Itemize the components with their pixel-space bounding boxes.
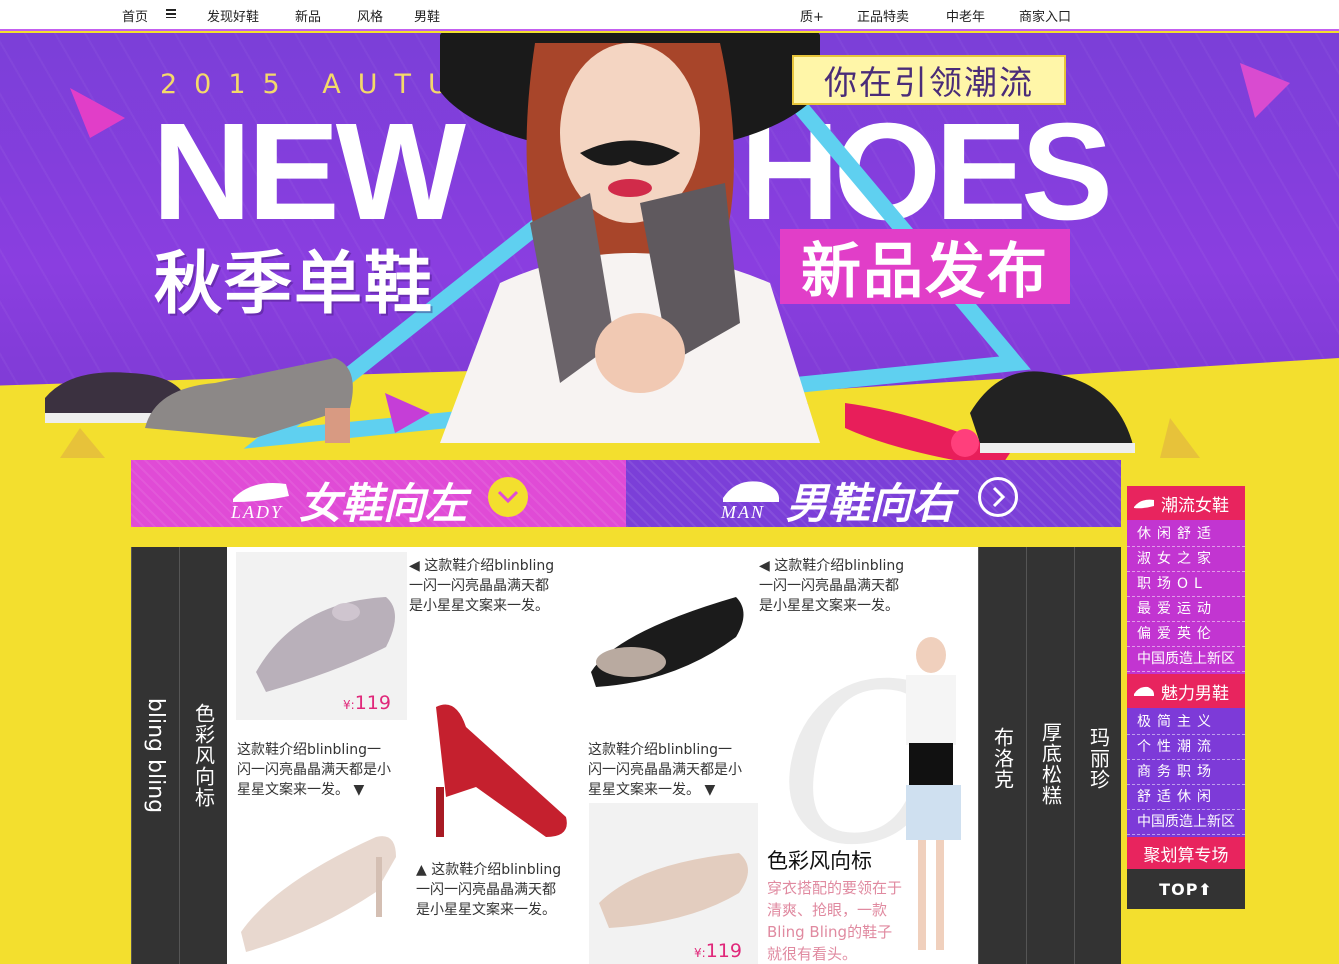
sidebar-men-item[interactable]: 个性潮流 xyxy=(1127,735,1245,760)
hero-cn-subtitle-box: 新品发布 xyxy=(780,229,1070,307)
product-desc-5-text: 这款鞋介绍blinbling一闪一闪亮晶晶满天都是小星星文案来一发。 xyxy=(416,862,562,918)
women-shoe-icon xyxy=(1134,499,1154,509)
man-banner-text: 男鞋向右 xyxy=(786,479,955,528)
tab-platform-label-wrap: 厚底松糕 xyxy=(1027,547,1075,964)
chevron-down-icon[interactable] xyxy=(488,477,528,517)
nav-home[interactable]: 首页 xyxy=(122,6,148,25)
tab-mary-jane[interactable]: 玛丽珍 xyxy=(1074,547,1121,964)
tab-color-trend-label: 色彩风向标 xyxy=(191,703,216,808)
price-symbol: ¥: xyxy=(343,698,355,712)
product-image-jewel-flat[interactable] xyxy=(586,582,751,692)
back-to-top-button[interactable]: TOP ⬆ xyxy=(1127,869,1245,909)
product-desc-5: ▲ 这款鞋介绍blinbling一闪一闪亮晶晶满天都是小星星文案来一发。 xyxy=(416,862,562,918)
tab-brogue-label: 布洛克 xyxy=(990,727,1015,790)
lady-banner-text: 女鞋向左 xyxy=(299,479,468,528)
tab-mary-jane-label-wrap: 玛丽珍 xyxy=(1075,547,1121,964)
arrow-up-icon: ⬆ xyxy=(1198,879,1213,899)
sidebar-women-item[interactable]: 最爱运动 xyxy=(1127,597,1245,622)
lady-shoe-icon xyxy=(233,483,289,502)
sidebar-women-title: 潮流女鞋 xyxy=(1161,495,1229,516)
product-desc-4-text: 这款鞋介绍blinbling一闪一闪亮晶晶满天都是小星星文案来一发。 xyxy=(588,742,742,798)
nav-genuine-sale[interactable]: 正品特卖 xyxy=(857,6,909,25)
price-value: 119 xyxy=(354,692,391,714)
tab-color-trend-label-wrap: 色彩风向标 xyxy=(180,547,228,964)
sidebar-women-item[interactable]: 休闲舒适 xyxy=(1127,522,1245,547)
tab-mary-jane-label: 玛丽珍 xyxy=(1086,727,1111,790)
price-value-6: 119 xyxy=(705,940,742,962)
product-desc-2: ◀ 这款鞋介绍blinbling一闪一闪亮晶晶满天都是小星星文案来一发。 xyxy=(759,558,905,614)
hero-banner[interactable]: 2015 AUTUM NEW HOES 你在引领潮流 秋季单鞋 新品发布 xyxy=(0,33,1339,460)
tab-platform-label: 厚底松糕 xyxy=(1038,722,1063,806)
sidebar-women-item[interactable]: 偏爱英伦 xyxy=(1127,622,1245,647)
sidebar-women-list: 休闲舒适 淑女之家 职场OL 最爱运动 偏爱英伦 中国质造上新区 xyxy=(1127,520,1245,674)
man-banner-sub: MAN xyxy=(721,502,765,522)
sidebar-men-title: 魅力男鞋 xyxy=(1161,683,1229,704)
product-desc-1: ◀ 这款鞋介绍blinbling一闪一闪亮晶晶满天都是小星星文案来一发。 xyxy=(409,558,555,614)
hero-slogan-text: 你在引领潮流 xyxy=(824,63,1034,102)
hero-cn-subtitle: 新品发布 xyxy=(801,237,1049,307)
tab-bling-bling-label-wrap: bling bling xyxy=(132,547,180,964)
sidebar-nav: 潮流女鞋 休闲舒适 淑女之家 职场OL 最爱运动 偏爱英伦 中国质造上新区 魅力… xyxy=(1127,486,1245,909)
product-panel: bling bling 色彩风向标 ¥:119 ◀ 这款鞋介绍blinbling… xyxy=(131,547,1121,964)
product-desc-1-text: 这款鞋介绍blinbling一闪一闪亮晶晶满天都是小星星文案来一发。 xyxy=(409,558,555,614)
sidebar-men-header[interactable]: 魅力男鞋 xyxy=(1127,674,1245,708)
tab-brogue-label-wrap: 布洛克 xyxy=(979,547,1027,964)
nav-merchant[interactable]: 商家入口 xyxy=(1019,6,1071,25)
feature-text: 穿衣搭配的要领在于清爽、抢眼，一款Bling Bling的鞋子就很有看头。 xyxy=(767,879,903,963)
sidebar-men-item[interactable]: 舒适休闲 xyxy=(1127,785,1245,810)
lady-banner-sub: LADY xyxy=(231,502,284,522)
nav-style[interactable]: 风格 xyxy=(357,6,383,25)
sidebar-men-item[interactable]: 商务职场 xyxy=(1127,760,1245,785)
men-shoe-icon xyxy=(1134,686,1154,696)
product-desc-2-text: 这款鞋介绍blinbling一闪一闪亮晶晶满天都是小星星文案来一发。 xyxy=(759,558,905,614)
tab-brogue[interactable]: 布洛克 xyxy=(978,547,1026,964)
shoe-loafer-image xyxy=(145,358,353,443)
sidebar-women-header[interactable]: 潮流女鞋 xyxy=(1127,486,1245,520)
nav-quality[interactable]: 质+ xyxy=(800,6,824,25)
product-image-red-heel[interactable] xyxy=(416,697,576,842)
nav-new[interactable]: 新品 xyxy=(295,6,321,25)
list-icon[interactable] xyxy=(166,9,176,18)
sidebar-women-item[interactable]: 中国质造上新区 xyxy=(1127,647,1245,672)
man-shoe-icon xyxy=(723,481,779,502)
product-image-studded-pump[interactable] xyxy=(236,822,411,957)
tab-color-trend[interactable]: 色彩风向标 xyxy=(179,547,227,964)
hero-model-image xyxy=(440,33,820,443)
hero-cn-title: 秋季单鞋 xyxy=(154,244,435,324)
product-desc-3-text: 这款鞋介绍blinbling一闪一闪亮晶晶满天都是小星星文案来一发。 xyxy=(237,742,391,798)
hero-slogan: 你在引领潮流 xyxy=(792,55,1066,105)
sidebar-women-item[interactable]: 职场OL xyxy=(1127,572,1245,597)
chevron-right-icon[interactable] xyxy=(978,477,1018,517)
back-to-top-label: TOP xyxy=(1159,879,1199,899)
lady-banner[interactable]: LADY 女鞋向左 xyxy=(131,460,627,528)
tab-bling-bling-label: bling bling xyxy=(143,697,169,814)
product-desc-3: 这款鞋介绍blinbling一闪一闪亮晶晶满天都是小星星文案来一发。 ▼ xyxy=(237,742,391,798)
price-symbol-6: ¥: xyxy=(694,946,706,960)
feature-title: 色彩风向标 xyxy=(767,849,872,873)
nav-men[interactable]: 男鞋 xyxy=(414,6,440,25)
man-banner[interactable]: MAN 男鞋向右 xyxy=(626,460,1121,528)
sidebar-women-item[interactable]: 淑女之家 xyxy=(1127,547,1245,572)
nav-discover[interactable]: 发现好鞋 xyxy=(207,6,259,25)
hero-headline-left: NEW xyxy=(152,95,466,249)
sidebar-deal-button[interactable]: 聚划算专场 xyxy=(1127,837,1245,869)
nav-elderly[interactable]: 中老年 xyxy=(946,6,985,25)
top-nav: 首页 发现好鞋 新品 风格 男鞋 质+ 正品特卖 中老年 商家入口 xyxy=(0,0,1339,31)
product-price-6: ¥:119 xyxy=(694,940,742,962)
sidebar-men-item[interactable]: 中国质造上新区 xyxy=(1127,810,1245,835)
tab-bling-bling[interactable]: bling bling xyxy=(131,547,179,964)
product-desc-4: 这款鞋介绍blinbling一闪一闪亮晶晶满天都是小星星文案来一发。 ▼ xyxy=(588,742,742,798)
sidebar-men-list: 极简主义 个性潮流 商务职场 舒适休闲 中国质造上新区 xyxy=(1127,708,1245,837)
sidebar-men-item[interactable]: 极简主义 xyxy=(1127,710,1245,735)
tab-platform[interactable]: 厚底松糕 xyxy=(1026,547,1074,964)
shoe-sneaker-image xyxy=(970,371,1135,453)
product-price: ¥:119 xyxy=(343,692,391,714)
